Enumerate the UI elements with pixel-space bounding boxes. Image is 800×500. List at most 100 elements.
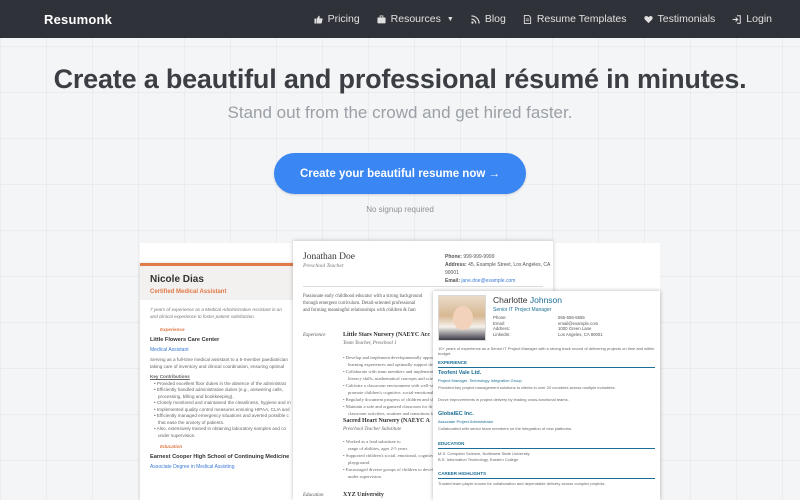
- nav-item-blog[interactable]: Blog: [471, 13, 506, 25]
- resume-bullet: playground.: [348, 460, 371, 465]
- resume-phone: Phone: 999-999-9999: [445, 253, 553, 261]
- heart-icon: [643, 15, 653, 23]
- resume-text: Regularly document progress of children …: [345, 397, 437, 402]
- resume-text: Supported children's social, emotional, …: [345, 453, 441, 458]
- no-signup-note: No signup required: [366, 205, 434, 214]
- resume-bullet: • Also, extensively trained in obtaining…: [154, 426, 287, 431]
- resume-text: Serving as a full-time medical assistant…: [150, 357, 288, 362]
- resume-bullet: • Supported children's social, emotional…: [343, 453, 441, 458]
- resume-header: Nicole Dias Certified Medical Assistant: [140, 266, 305, 300]
- resume-bullet: • Cultivate a classroom environment with…: [343, 383, 439, 388]
- create-resume-button[interactable]: Create your beautiful resume now →: [274, 153, 526, 194]
- resume-text: taking care of inventory and clinical co…: [150, 363, 285, 369]
- resume-section-label: EDUCATION: [438, 441, 465, 446]
- resume-bullet: Collaborated with senior team members on…: [438, 426, 573, 431]
- nav-label-testimonials: Testimonials: [657, 13, 716, 25]
- resume-bullet: • Maintain a safe and organized classroo…: [343, 404, 433, 409]
- resume-role: Senior IT Project Manager: [493, 307, 552, 313]
- resume-address: Address: 45, Example Street, Los Angeles…: [445, 261, 553, 277]
- resume-section-label: Experience: [303, 333, 326, 338]
- resume-section-label: EXPERIENCE: [438, 360, 468, 365]
- document-icon: [523, 14, 531, 24]
- resume-bullet: promote children's cognitive, social-emo…: [348, 390, 442, 395]
- resume-bullet: range of abilities, ages 2-5 years: [348, 446, 408, 451]
- divider: [303, 286, 543, 287]
- resume-bullet: under supervision.: [348, 474, 382, 479]
- resume-text: Address:: [445, 262, 467, 268]
- resume-text: Encouraged diverse groups of children to…: [345, 467, 438, 472]
- hero-subtitle: Stand out from the crowd and get hired f…: [227, 103, 573, 122]
- resume-text: Address:: [493, 326, 510, 332]
- resume-last-name: Johnson: [529, 295, 563, 305]
- resume-text: Maintain a safe and organized classroom …: [345, 404, 433, 409]
- resume-bullet: classroom activities, routines and trans…: [348, 411, 439, 416]
- resume-bullets: • Provided excellent floor duties in the…: [140, 381, 305, 440]
- resume-company: GlobalEC Inc.: [438, 411, 474, 417]
- resume-school: XYZ University: [343, 492, 384, 498]
- resume-text: Also, extensively trained in obtaining l…: [156, 426, 287, 431]
- nav-item-testimonials[interactable]: Testimonials: [643, 13, 716, 25]
- resume-bullet: • Encouraged diverse groups of children …: [343, 467, 438, 472]
- divider: [438, 367, 655, 368]
- resume-degree: Associate Degree in Medical Assisting: [150, 464, 235, 470]
- resume-bullet: • Regularly document progress of childre…: [343, 397, 437, 402]
- resume-first-name: Charlotte: [493, 295, 528, 305]
- nav-item-login[interactable]: Login: [732, 13, 772, 25]
- resume-text: Closely monitored and maintained the cle…: [156, 400, 291, 405]
- resume-name: Charlotte Johnson: [493, 295, 562, 305]
- resume-desc: Serving as a full-time medical assistant…: [140, 357, 305, 370]
- resume-education: B.S. Information Technology, Eastern Col…: [438, 457, 519, 462]
- resume-bullet: literacy skills, mathematical concepts a…: [348, 376, 443, 381]
- chevron-down-icon: ▼: [446, 15, 454, 23]
- resume-contact-values: 555-555-5555 email@example.com 1000 Gree…: [558, 315, 603, 337]
- nav-label-resume-templates: Resume Templates: [536, 13, 627, 25]
- resume-job-title: Team Teacher, Preschool 1: [343, 341, 397, 346]
- resume-highlight: Trusted team player known for collaborat…: [438, 481, 606, 486]
- resume-section-label: CAREER HIGHLIGHTS: [438, 471, 487, 476]
- resume-contact: Phone: 999-999-9999 Address: 45, Example…: [445, 253, 553, 285]
- brand-logo[interactable]: Resumonk: [44, 12, 112, 27]
- resume-text: Efficiently handled administrative dutie…: [156, 387, 283, 392]
- rss-icon: [471, 14, 480, 24]
- nav-item-resources[interactable]: Resources ▼: [377, 13, 454, 25]
- resume-job: Little Stars Nursery (NAEYC Acc: [343, 332, 430, 338]
- resume-section-label: Education: [303, 493, 324, 498]
- nav-label-login: Login: [746, 13, 772, 25]
- resume-bullet: • Efficiently handled administrative dut…: [154, 387, 283, 392]
- resume-company: Teofeni Vale Ltd.: [438, 370, 482, 376]
- top-navbar: Resumonk Pricing Resources ▼ Blog Resume…: [0, 0, 800, 38]
- resume-preview-nicole[interactable]: Nicole Dias Certified Medical Assistant …: [140, 263, 305, 500]
- resume-job: Sacred Heart Nursery (NAEYC A: [343, 418, 430, 424]
- divider: [438, 478, 655, 479]
- divider: [438, 448, 655, 449]
- thumbs-up-icon: [314, 15, 323, 24]
- resume-photo: [438, 295, 486, 341]
- nav-label-blog: Blog: [484, 13, 506, 25]
- resume-text: 999-999-9999: [463, 254, 495, 260]
- login-icon: [732, 14, 742, 24]
- resume-section-label: Education: [160, 444, 183, 449]
- resume-bullet: • Efficiently managed emergency situatio…: [154, 413, 289, 418]
- resume-text: 7 years of experience as a Medical Admin…: [150, 307, 282, 312]
- face-shape: [453, 306, 473, 330]
- resume-text: Develop and implement developmentally ap…: [345, 355, 444, 360]
- resume-bullet: • Worked as a lead substitute to: [343, 439, 401, 444]
- resume-text: Implemented quality control measures ens…: [156, 406, 290, 412]
- resume-job-title: Project Manager, Technology Integration …: [438, 378, 522, 383]
- resume-role: Preschool Teacher: [303, 263, 344, 269]
- resume-text: and clinical experience to foster patien…: [150, 314, 255, 319]
- resume-text: LinkedIn:: [493, 331, 511, 337]
- resume-job-title: Preschool Teacher Substitute: [343, 427, 402, 432]
- resume-preview-charlotte[interactable]: Charlotte Johnson Senior IT Project Mana…: [433, 291, 660, 500]
- nav-item-pricing[interactable]: Pricing: [314, 13, 360, 25]
- resume-bullet: under supervision.: [158, 432, 196, 438]
- resume-job: Medical Assistant: [150, 347, 189, 353]
- nav-item-resume-templates[interactable]: Resume Templates: [523, 13, 627, 25]
- resume-bullet: learning experiences and optimally suppo…: [348, 362, 444, 367]
- resume-section-label: Experience: [160, 327, 185, 332]
- resume-text: jane.doe@example.com: [461, 278, 516, 284]
- resume-text: Efficiently managed emergency situations…: [156, 413, 289, 418]
- resume-text: Provided excellent floor duties in the a…: [156, 380, 286, 386]
- resume-contact-labels: Phone: Email: Address: LinkedIn:: [493, 315, 510, 337]
- resume-bullet: Drove improvements in project delivery b…: [438, 397, 569, 402]
